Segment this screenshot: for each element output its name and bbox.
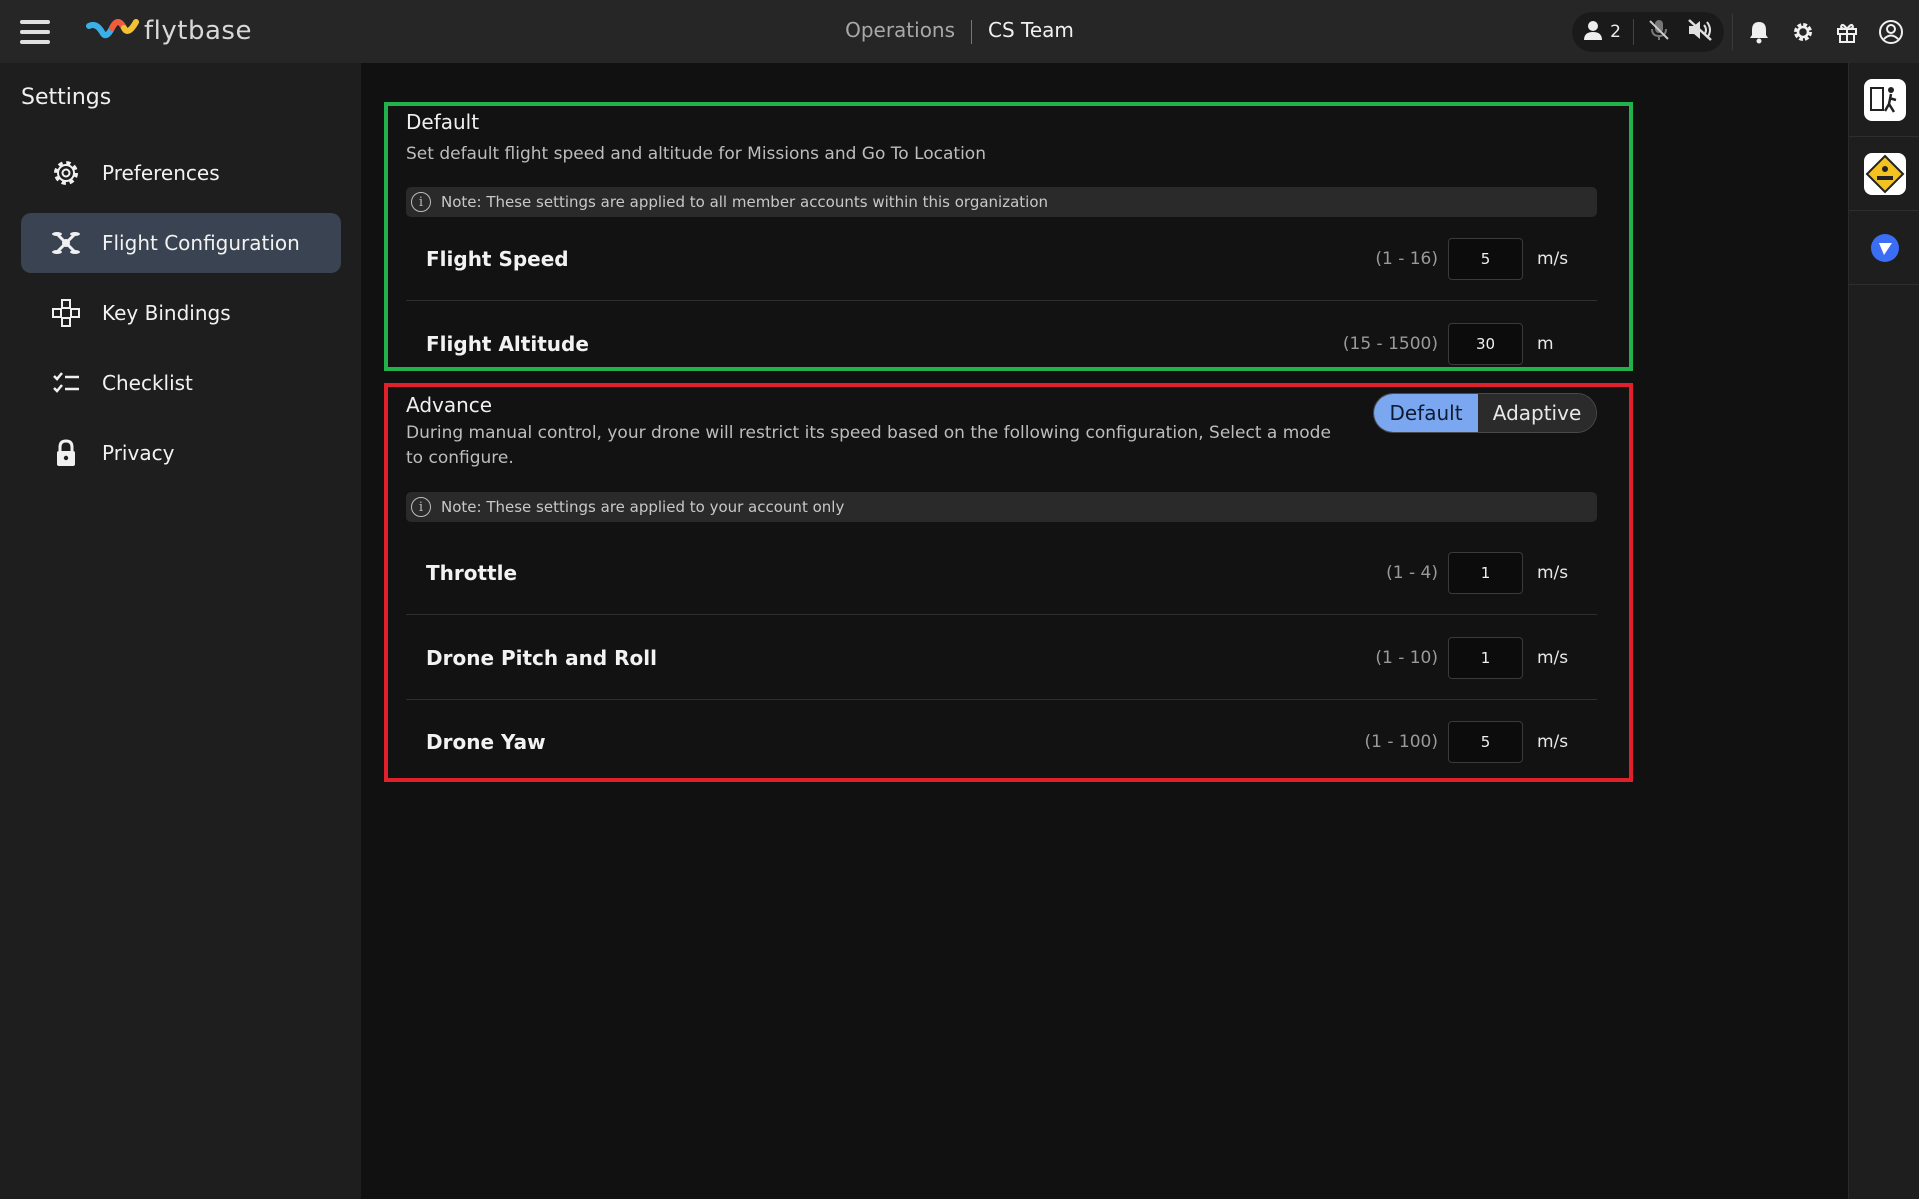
- throttle-label: Throttle: [426, 560, 518, 585]
- flight-speed-label: Flight Speed: [426, 246, 569, 271]
- rail-app-shortcut-2[interactable]: [1849, 137, 1919, 211]
- top-bar: flytbase Operations CS Team 2: [0, 0, 1919, 63]
- navigation-icon: [1870, 233, 1899, 262]
- pill-divider: [1633, 19, 1634, 45]
- breadcrumb-operations[interactable]: Operations: [845, 18, 955, 42]
- sidebar-item-preferences[interactable]: Preferences: [21, 143, 341, 203]
- sidebar-item-key-bindings[interactable]: Key Bindings: [21, 283, 341, 343]
- advance-section-note: i Note: These settings are applied to yo…: [406, 492, 1597, 522]
- breadcrumb-team[interactable]: CS Team: [988, 18, 1074, 42]
- brand-logo[interactable]: flytbase: [86, 14, 252, 48]
- sidebar-item-checklist[interactable]: Checklist: [21, 353, 341, 413]
- advance-section-title: Advance: [406, 393, 493, 417]
- mic-muted-icon[interactable]: [1646, 17, 1672, 47]
- default-settings-card: Default Set default flight speed and alt…: [384, 102, 1633, 371]
- flight-speed-unit: m/s: [1537, 248, 1569, 269]
- gear-icon: [49, 156, 83, 190]
- flight-speed-input[interactable]: [1448, 237, 1523, 280]
- yaw-input[interactable]: [1448, 721, 1523, 763]
- mode-adaptive-option[interactable]: Adaptive: [1478, 394, 1596, 432]
- advance-settings-card: Advance During manual control, your dron…: [384, 383, 1633, 782]
- toolbar-divider: [1732, 14, 1733, 50]
- sidebar-item-label: Flight Configuration: [102, 231, 300, 255]
- sidebar-item-flight-configuration[interactable]: Flight Configuration: [21, 213, 341, 273]
- flight-altitude-unit: m: [1537, 334, 1554, 354]
- sidebar-title: Settings: [21, 85, 112, 110]
- gear-icon[interactable]: [1781, 12, 1825, 52]
- pitch-roll-row: Drone Pitch and Roll (1 - 10) m/s: [406, 616, 1597, 700]
- speaker-muted-icon[interactable]: [1686, 17, 1714, 47]
- yaw-unit: m/s: [1537, 732, 1569, 752]
- flight-speed-range: (1 - 16): [1375, 248, 1438, 269]
- flight-altitude-row: Flight Altitude (15 - 1500) m: [406, 302, 1597, 386]
- rail-app-shortcut-1[interactable]: [1849, 63, 1919, 137]
- flight-altitude-label: Flight Altitude: [426, 332, 589, 356]
- yaw-row: Drone Yaw (1 - 100) m/s: [406, 700, 1597, 784]
- user-count: 2: [1610, 22, 1621, 42]
- default-section-description: Set default flight speed and altitude fo…: [406, 144, 986, 164]
- warning-sign-icon: [1863, 152, 1906, 195]
- throttle-range: (1 - 4): [1386, 562, 1438, 583]
- default-section-note: i Note: These settings are applied to al…: [406, 187, 1597, 217]
- session-pill: 2: [1572, 12, 1724, 52]
- bell-icon[interactable]: [1737, 12, 1781, 52]
- gift-icon[interactable]: [1825, 12, 1869, 52]
- sidebar-item-label: Key Bindings: [102, 301, 231, 325]
- sidebar-item-label: Checklist: [102, 371, 193, 395]
- settings-sidebar: Settings Preferences Flight Configuratio…: [0, 63, 361, 1199]
- users-icon[interactable]: [1582, 19, 1604, 45]
- yaw-label: Drone Yaw: [426, 730, 546, 754]
- key-bindings-icon: [49, 296, 83, 330]
- breadcrumb-divider: [971, 19, 973, 44]
- sidebar-item-privacy[interactable]: Privacy: [21, 423, 341, 483]
- flight-altitude-input[interactable]: [1448, 323, 1523, 365]
- default-section-title: Default: [406, 110, 480, 134]
- info-icon: i: [411, 497, 431, 517]
- sidebar-item-label: Privacy: [102, 441, 175, 465]
- flight-altitude-range: (15 - 1500): [1342, 334, 1438, 354]
- top-right-controls: 2: [1572, 12, 1919, 52]
- throttle-input[interactable]: [1448, 551, 1523, 594]
- drone-icon: [49, 226, 83, 260]
- pitch-roll-input[interactable]: [1448, 636, 1523, 679]
- right-rail: [1848, 63, 1919, 1199]
- mode-toggle: Default Adaptive: [1373, 393, 1597, 433]
- mode-default-option[interactable]: Default: [1374, 394, 1478, 432]
- info-icon: i: [411, 192, 431, 212]
- flytbase-logo-icon: [86, 19, 139, 39]
- pitch-roll-label: Drone Pitch and Roll: [426, 645, 657, 670]
- note-text: Note: These settings are applied to all …: [441, 193, 1049, 211]
- lock-icon: [49, 436, 83, 470]
- yaw-range: (1 - 100): [1364, 732, 1438, 752]
- throttle-row: Throttle (1 - 4) m/s: [406, 531, 1597, 615]
- emergency-exit-icon: [1863, 78, 1906, 121]
- advance-section-description: During manual control, your drone will r…: [406, 423, 1331, 468]
- sidebar-item-label: Preferences: [102, 161, 220, 185]
- pitch-roll-unit: m/s: [1537, 647, 1569, 668]
- pitch-roll-range: (1 - 10): [1375, 647, 1438, 668]
- flight-speed-row: Flight Speed (1 - 16) m/s: [406, 217, 1597, 301]
- throttle-unit: m/s: [1537, 562, 1569, 583]
- hamburger-menu-icon[interactable]: [20, 20, 50, 44]
- brand-name: flytbase: [144, 16, 252, 46]
- checklist-icon: [49, 366, 83, 400]
- account-icon[interactable]: [1869, 12, 1913, 52]
- rail-app-shortcut-3[interactable]: [1849, 211, 1919, 285]
- note-text: Note: These settings are applied to your…: [441, 498, 845, 516]
